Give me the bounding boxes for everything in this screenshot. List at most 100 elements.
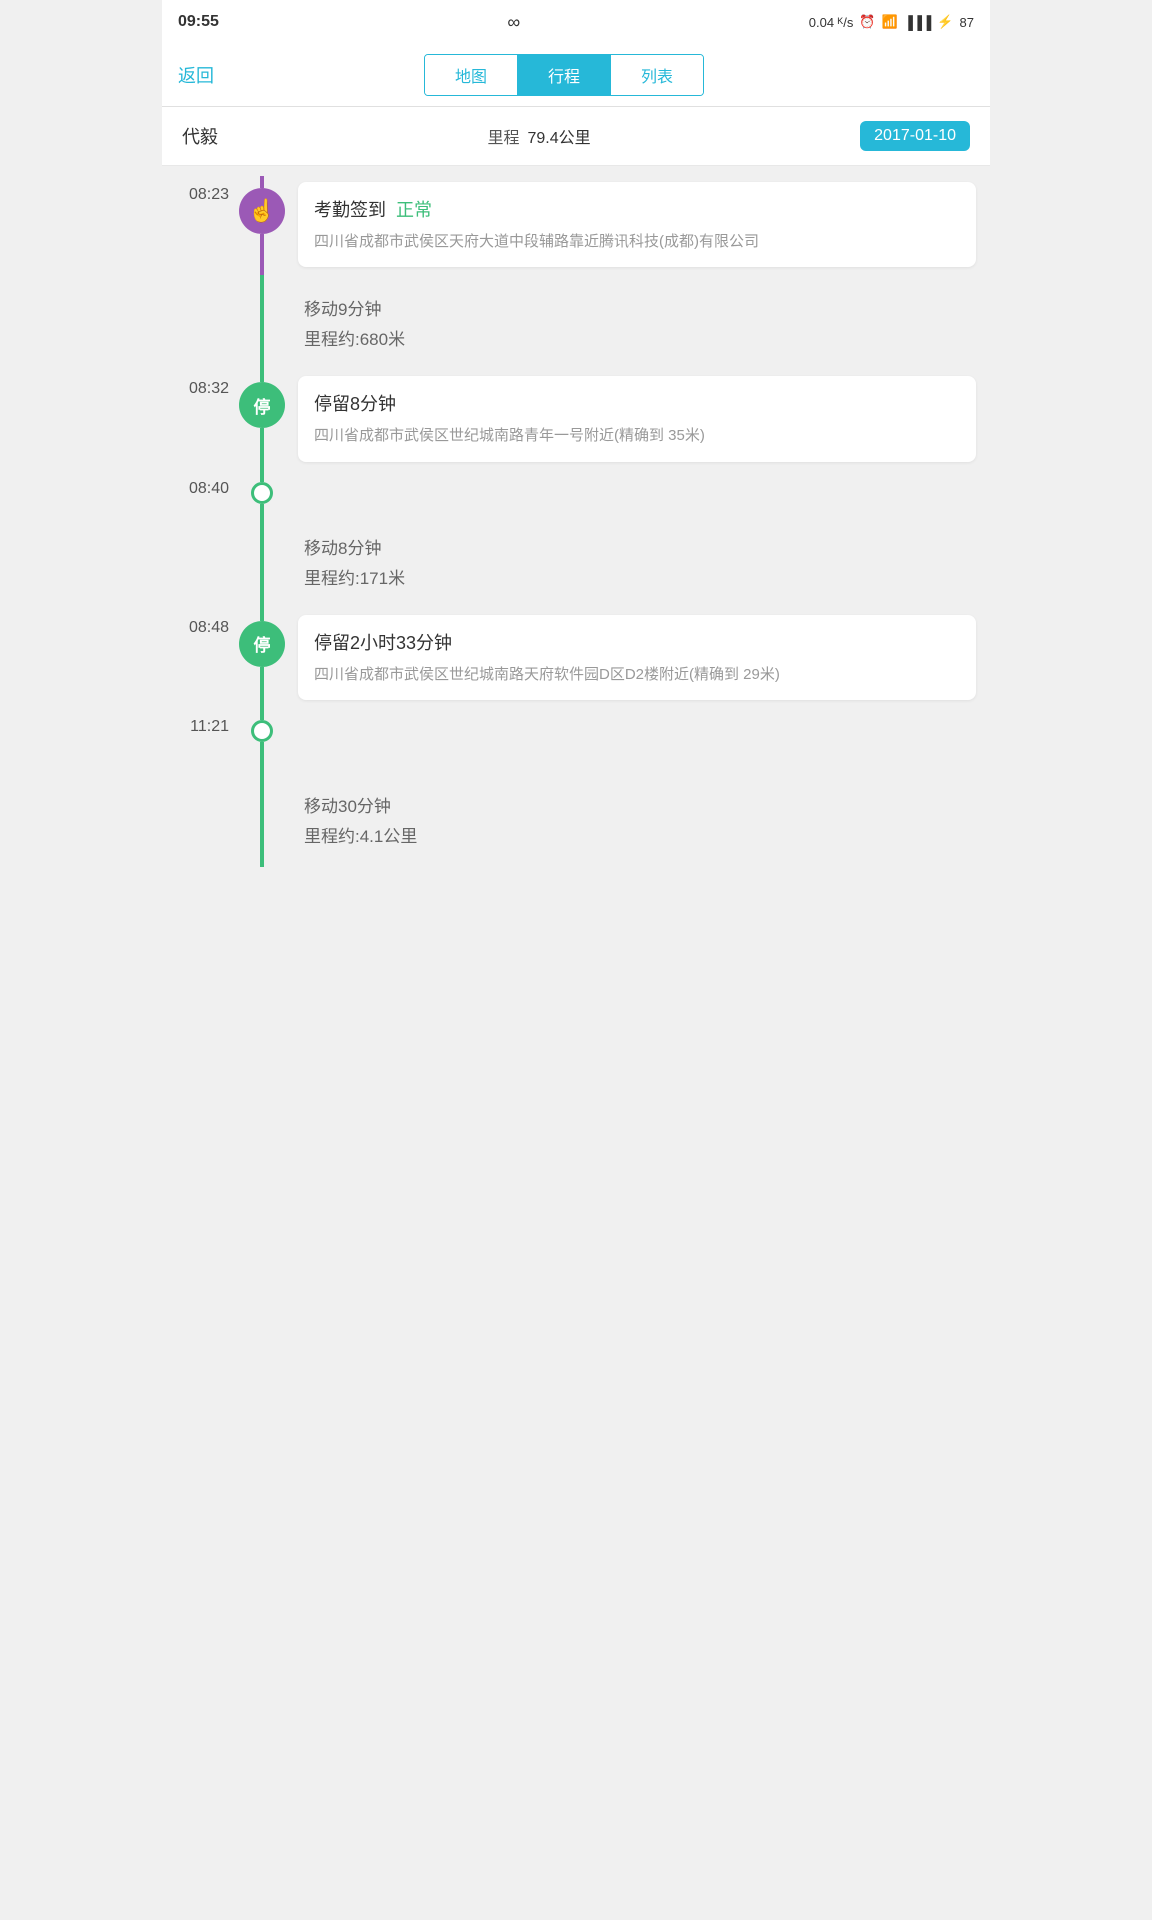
- line-bottom-stop2: [260, 667, 264, 708]
- status-bar: 09:55 ∞ 0.04 ᴷ/s ⏰ 📶 ▐▐▐ ⚡ 87: [162, 0, 990, 44]
- timeline-stop1-entry: 08:32 停 停留8分钟 四川省成都市武侯区世纪城南路青年一号附近(精确到 3…: [162, 370, 990, 469]
- stop2-content: 停留2小时33分钟 四川省成都市武侯区世纪城南路天府软件园D区D2楼附近(精确到…: [292, 609, 990, 708]
- stop1-node: 停: [239, 382, 285, 428]
- stop1-time-start: 08:32: [162, 370, 237, 469]
- move1-content: 移动9分钟 里程约:680米: [292, 275, 990, 370]
- stop1-node-line: 停: [237, 370, 287, 469]
- move3-node-line: [237, 772, 287, 867]
- move1-duration: 移动9分钟: [304, 295, 976, 320]
- tl-left-stop1: 08:32 停: [162, 370, 292, 469]
- stop2-end-content: [292, 708, 990, 772]
- wifi-icon: 📶: [882, 14, 898, 30]
- stop1-address: 四川省成都市武侯区世纪城南路青年一号附近(精确到 35米): [314, 424, 960, 447]
- tab-group: 地图 行程 列表: [424, 54, 704, 96]
- status-right-group: 0.04 ᴷ/s ⏰ 📶 ▐▐▐ ⚡ 87: [809, 14, 974, 30]
- timeline-checkin-entry: 08:23 ☝ 考勤签到 正常 四川省成都市武侯区天府大道中段辅路靠近腾讯科技(…: [162, 176, 990, 275]
- battery-level: 87: [960, 15, 974, 30]
- line-top-stop1-end: [260, 470, 264, 482]
- line-move2: [260, 514, 264, 609]
- tl-left-stop1-end: 08:40: [162, 470, 292, 514]
- line-top-stop2: [260, 609, 264, 621]
- move2-mileage: 里程约:171米: [304, 564, 976, 589]
- timeline-stop2-entry: 08:48 停 停留2小时33分钟 四川省成都市武侯区世纪城南路天府软件园D区D…: [162, 609, 990, 708]
- stop1-end-node-line: [237, 470, 287, 514]
- stop2-node: 停: [239, 621, 285, 667]
- line-top-stop1: [260, 370, 264, 382]
- move2-content: 移动8分钟 里程约:171米: [292, 514, 990, 609]
- stop1-content: 停留8分钟 四川省成都市武侯区世纪城南路青年一号附近(精确到 35米): [292, 370, 990, 469]
- stop2-time-end: 11:21: [162, 708, 237, 772]
- stop2-title: 停留2小时33分钟: [314, 629, 960, 655]
- status-time: 09:55: [178, 13, 219, 31]
- tl-left-move2: [162, 514, 292, 609]
- move3-block: 移动30分钟 里程约:4.1公里: [298, 778, 976, 861]
- timeline-move1-entry: 移动9分钟 里程约:680米: [162, 275, 990, 370]
- mileage-value: 79.4公里: [528, 124, 591, 148]
- line-move3: [260, 772, 264, 867]
- stop2-end-node-line: [237, 708, 287, 772]
- checkin-status: 正常: [396, 200, 432, 220]
- timeline-stop2-end: 11:21: [162, 708, 990, 772]
- tl-left-move3: [162, 772, 292, 867]
- stop1-title: 停留8分钟: [314, 390, 960, 416]
- move2-block: 移动8分钟 里程约:171米: [298, 520, 976, 603]
- move3-content: 移动30分钟 里程约:4.1公里: [292, 772, 990, 867]
- back-button[interactable]: 返回: [178, 62, 214, 88]
- line-top-checkin: [260, 176, 264, 188]
- timeline: 08:23 ☝ 考勤签到 正常 四川省成都市武侯区天府大道中段辅路靠近腾讯科技(…: [162, 166, 990, 877]
- status-infinity: ∞: [507, 12, 520, 33]
- tl-left-stop2: 08:48 停: [162, 609, 292, 708]
- timeline-move2-entry: 移动8分钟 里程约:171米: [162, 514, 990, 609]
- tl-left-checkin: 08:23 ☝: [162, 176, 292, 275]
- stop1-card: 停留8分钟 四川省成都市武侯区世纪城南路青年一号附近(精确到 35米): [298, 376, 976, 461]
- checkin-title: 考勤签到 正常: [314, 196, 960, 222]
- date-badge: 2017-01-10: [860, 121, 970, 151]
- stop1-end-node: [251, 482, 273, 504]
- move3-duration: 移动30分钟: [304, 792, 976, 817]
- move2-time-empty: [162, 514, 237, 609]
- header-info: 代毅 里程 79.4公里 2017-01-10: [162, 107, 990, 166]
- mileage-label: 里程: [487, 124, 519, 148]
- move1-node-line: [237, 275, 287, 370]
- tab-trip[interactable]: 行程: [518, 55, 611, 95]
- tl-left-stop2-end: 11:21: [162, 708, 292, 772]
- line-bottom-stop2-end: [260, 742, 264, 772]
- move2-node-line: [237, 514, 287, 609]
- clock-icon: ⏰: [859, 14, 875, 30]
- line-bottom-checkin: [260, 234, 264, 275]
- move2-duration: 移动8分钟: [304, 534, 976, 559]
- move1-block: 移动9分钟 里程约:680米: [298, 281, 976, 364]
- signal-icon: ▐▐▐: [904, 15, 932, 30]
- line-top-stop2-end: [260, 708, 264, 720]
- line-bottom-stop1: [260, 428, 264, 469]
- checkin-content: 考勤签到 正常 四川省成都市武侯区天府大道中段辅路靠近腾讯科技(成都)有限公司: [292, 176, 990, 275]
- line-bottom-stop1-end: [260, 504, 264, 514]
- nav-bar: 返回 地图 行程 列表: [162, 44, 990, 107]
- tl-left-move1: [162, 275, 292, 370]
- stop2-node-line: 停: [237, 609, 287, 708]
- charging-icon: ⚡: [937, 14, 953, 30]
- timeline-move3-entry: 移动30分钟 里程约:4.1公里: [162, 772, 990, 867]
- stop2-address: 四川省成都市武侯区世纪城南路天府软件园D区D2楼附近(精确到 29米): [314, 663, 960, 686]
- checkin-time: 08:23: [162, 176, 237, 275]
- line-move1: [260, 275, 264, 370]
- move3-mileage: 里程约:4.1公里: [304, 822, 976, 847]
- stop2-time-start: 08:48: [162, 609, 237, 708]
- mileage-group: 里程 79.4公里: [487, 124, 590, 148]
- move1-mileage: 里程约:680米: [304, 325, 976, 350]
- checkin-node-line: ☝: [237, 176, 287, 275]
- stop1-end-content: [292, 470, 990, 514]
- move1-time-empty: [162, 275, 237, 370]
- checkin-address: 四川省成都市武侯区天府大道中段辅路靠近腾讯科技(成都)有限公司: [314, 230, 960, 253]
- move3-time-empty: [162, 772, 237, 867]
- stop1-time-end: 08:40: [162, 470, 237, 514]
- driver-name: 代毅: [182, 123, 218, 149]
- tab-map[interactable]: 地图: [425, 55, 518, 95]
- stop2-end-node: [251, 720, 273, 742]
- stop2-card: 停留2小时33分钟 四川省成都市武侯区世纪城南路天府软件园D区D2楼附近(精确到…: [298, 615, 976, 700]
- timeline-stop1-end: 08:40: [162, 470, 990, 514]
- network-speed: 0.04 ᴷ/s: [809, 15, 854, 30]
- checkin-card: 考勤签到 正常 四川省成都市武侯区天府大道中段辅路靠近腾讯科技(成都)有限公司: [298, 182, 976, 267]
- tab-list[interactable]: 列表: [611, 55, 703, 95]
- checkin-node: ☝: [239, 188, 285, 234]
